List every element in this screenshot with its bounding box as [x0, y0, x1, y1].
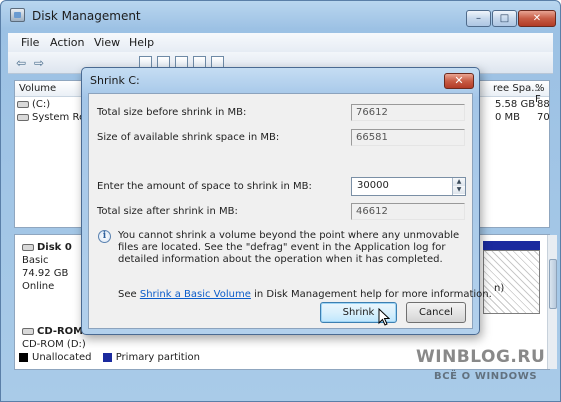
info-icon: i	[98, 230, 111, 243]
maximize-button[interactable]: □	[492, 10, 517, 27]
shrink-dialog: Shrink C: ✕ Total size before shrink in …	[81, 67, 492, 335]
cancel-button[interactable]: Cancel	[406, 302, 466, 323]
disk0-size: 74.92 GB	[22, 268, 69, 279]
window-title: Disk Management	[32, 9, 141, 23]
volume-name: System Res	[17, 112, 90, 123]
menu-file[interactable]: File	[21, 36, 39, 49]
legend-unallocated: Unallocated	[32, 352, 92, 363]
cdrom-icon	[22, 327, 34, 335]
dialog-close-button[interactable]: ✕	[444, 73, 474, 89]
scrollbar-thumb[interactable]	[549, 259, 557, 309]
watermark-subtitle: ВСЁ О WINDOWS	[434, 371, 538, 382]
help-prefix: See	[118, 289, 140, 300]
watermark-title: WINBLOG.RU	[416, 347, 546, 367]
volume-name: (C:)	[17, 99, 50, 110]
available-space-label: Size of available shrink space in MB:	[97, 132, 280, 143]
mouse-cursor-icon	[378, 308, 390, 326]
disk-map-scrollbar[interactable]	[547, 235, 557, 369]
menu-help[interactable]: Help	[129, 36, 154, 49]
total-after-field: 46612	[351, 203, 465, 220]
legend-primary: Primary partition	[115, 352, 200, 363]
partition-selected[interactable]	[483, 250, 540, 314]
percent-free-value: 88	[537, 99, 550, 110]
menu-action[interactable]: Action	[50, 36, 84, 49]
disk0-status: Online	[22, 281, 55, 292]
stepper-up-icon[interactable]: ▲	[453, 178, 465, 186]
legend: Unallocated Primary partition	[19, 352, 200, 366]
shrink-amount-input[interactable]: 30000	[357, 180, 389, 191]
amount-label: Enter the amount of space to shrink in M…	[97, 181, 312, 192]
available-space-field: 66581	[351, 129, 465, 146]
legend-primary-swatch	[102, 352, 112, 362]
legend-unallocated-swatch	[19, 352, 28, 362]
disk0-label[interactable]: Disk 0 Basic 74.92 GB Online	[22, 241, 72, 293]
shrink-amount-stepper[interactable]: 30000 ▲ ▼	[351, 177, 466, 196]
menu-bar: File Action View Help	[8, 33, 553, 52]
total-before-label: Total size before shrink in MB:	[97, 107, 247, 118]
stepper-down-icon[interactable]: ▼	[453, 186, 465, 194]
forward-arrow-icon[interactable]: ⇨	[32, 56, 46, 70]
total-before-field: 76612	[351, 104, 465, 121]
partition-header-bar	[483, 241, 540, 250]
column-volume[interactable]: Volume	[19, 83, 56, 94]
disk0-type: Basic	[22, 255, 49, 266]
dialog-title: Shrink C:	[90, 74, 140, 87]
close-button[interactable]: ✕	[518, 10, 556, 27]
partition-partial-label: n)	[494, 283, 505, 294]
free-space-value: 5.58 GB	[495, 99, 536, 110]
cdrom-label[interactable]: CD-ROM CD-ROM (D:)	[22, 325, 86, 351]
percent-free-value: 70	[537, 112, 550, 123]
help-link[interactable]: Shrink a Basic Volume	[140, 289, 251, 300]
total-after-label: Total size after shrink in MB:	[97, 206, 238, 217]
disk-icon	[22, 243, 34, 251]
volume-icon	[17, 100, 29, 108]
help-line: See Shrink a Basic Volume in Disk Manage…	[118, 289, 492, 300]
help-suffix: in Disk Management help for more informa…	[250, 289, 492, 300]
cdrom-drive: CD-ROM (D:)	[22, 339, 86, 350]
volume-icon	[17, 113, 29, 121]
stepper-buttons: ▲ ▼	[452, 178, 465, 195]
minimize-button[interactable]: –	[466, 10, 491, 27]
free-space-value: 0 MB	[495, 112, 521, 123]
menu-view[interactable]: View	[94, 36, 120, 49]
back-arrow-icon[interactable]: ⇦	[14, 56, 28, 70]
info-message: You cannot shrink a volume beyond the po…	[118, 230, 460, 265]
dialog-body: Total size before shrink in MB: 76612 Si…	[88, 93, 492, 329]
title-bar[interactable]: Disk Management – □ ✕	[1, 1, 560, 31]
disk-management-icon	[10, 8, 25, 22]
column-free-space[interactable]: ree Spa...	[493, 83, 541, 94]
